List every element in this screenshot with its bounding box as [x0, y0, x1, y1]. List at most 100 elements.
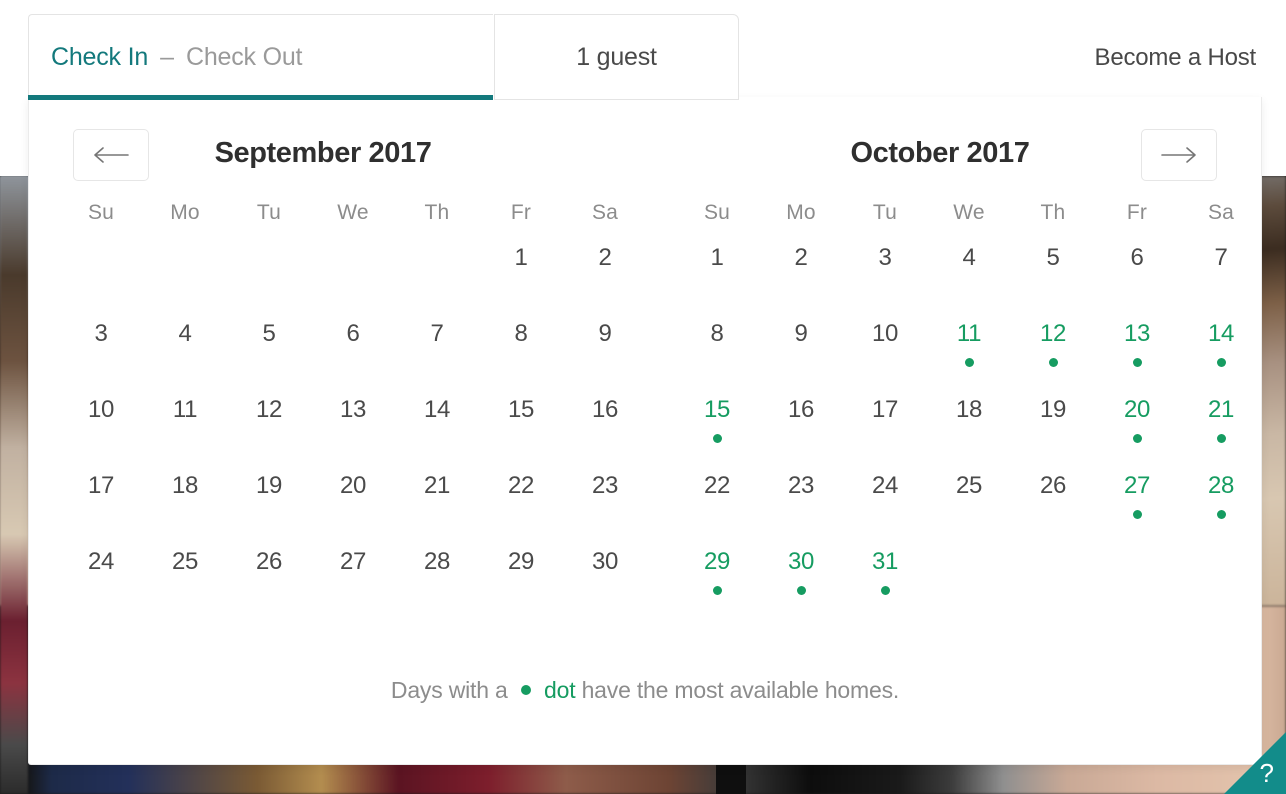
checkout-label[interactable]: Check Out	[186, 43, 303, 72]
calendar-header: September 2017 October 2017	[29, 97, 1261, 201]
day-cell-28[interactable]: 28	[395, 547, 479, 623]
day-cell-empty	[59, 243, 143, 319]
day-cell-23[interactable]: 23	[759, 471, 843, 547]
day-cell-27[interactable]: 27	[311, 547, 395, 623]
day-cell-17[interactable]: 17	[59, 471, 143, 547]
day-number: 12	[1039, 320, 1067, 347]
checkin-label[interactable]: Check In	[51, 43, 148, 72]
day-cell-25[interactable]: 25	[927, 471, 1011, 547]
guests-field[interactable]: 1 guest	[494, 14, 739, 100]
day-cell-18[interactable]: 18	[927, 395, 1011, 471]
day-cell-5[interactable]: 5	[227, 319, 311, 395]
day-cell-22[interactable]: 22	[479, 471, 563, 547]
day-number: 25	[171, 548, 199, 575]
day-cell-25[interactable]: 25	[143, 547, 227, 623]
search-bar: Check In – Check Out 1 guest	[28, 14, 739, 100]
day-cell-24[interactable]: 24	[59, 547, 143, 623]
day-cell-19[interactable]: 19	[227, 471, 311, 547]
day-cell-12[interactable]: 12	[1011, 319, 1095, 395]
day-cell-2[interactable]: 2	[759, 243, 843, 319]
day-cell-10[interactable]: 10	[59, 395, 143, 471]
day-cell-27[interactable]: 27	[1095, 471, 1179, 547]
day-number: 9	[598, 320, 612, 347]
day-cell-1[interactable]: 1	[479, 243, 563, 319]
day-cell-3[interactable]: 3	[843, 243, 927, 319]
day-cell-14[interactable]: 14	[1179, 319, 1263, 395]
week-row: 15 16 17 18 19 20 21	[675, 395, 1263, 471]
week-row: 12	[59, 243, 647, 319]
day-cell-29[interactable]: 29	[675, 547, 759, 623]
day-cell-6[interactable]: 6	[1095, 243, 1179, 319]
legend-dot-word: dot	[544, 677, 576, 703]
next-month-button[interactable]	[1141, 129, 1217, 181]
day-cell-11[interactable]: 11	[143, 395, 227, 471]
week-row: 29 30 31	[675, 547, 1263, 623]
day-number: 16	[787, 396, 815, 423]
day-cell-8[interactable]: 8	[479, 319, 563, 395]
day-cell-21[interactable]: 21	[395, 471, 479, 547]
day-cell-9[interactable]: 9	[563, 319, 647, 395]
day-cell-21[interactable]: 21	[1179, 395, 1263, 471]
day-cell-4[interactable]: 4	[927, 243, 1011, 319]
day-cell-30[interactable]: 30	[563, 547, 647, 623]
day-cell-24[interactable]: 24	[843, 471, 927, 547]
day-cell-26[interactable]: 26	[227, 547, 311, 623]
day-cell-20[interactable]: 20	[1095, 395, 1179, 471]
day-cell-8[interactable]: 8	[675, 319, 759, 395]
day-cell-29[interactable]: 29	[479, 547, 563, 623]
day-cell-empty	[927, 547, 1011, 623]
day-cell-7[interactable]: 7	[395, 319, 479, 395]
backdrop-left-edge-photo	[0, 176, 28, 794]
day-cell-31[interactable]: 31	[843, 547, 927, 623]
day-cell-28[interactable]: 28	[1179, 471, 1263, 547]
availability-dot-icon	[796, 586, 806, 595]
day-cell-empty	[311, 243, 395, 319]
date-range-field[interactable]: Check In – Check Out	[28, 14, 493, 100]
day-number: 15	[507, 396, 535, 423]
week-row: 8 9 10 11 12 13 14	[675, 319, 1263, 395]
day-number: 8	[514, 320, 528, 347]
day-cell-26[interactable]: 26	[1011, 471, 1095, 547]
day-cell-1[interactable]: 1	[675, 243, 759, 319]
day-number: 20	[339, 472, 367, 499]
weekday-header-fr: Fr	[1126, 201, 1148, 224]
day-cell-12[interactable]: 12	[227, 395, 311, 471]
day-cell-22[interactable]: 22	[675, 471, 759, 547]
day-cell-5[interactable]: 5	[1011, 243, 1095, 319]
availability-legend: Days with a dot have the most available …	[29, 677, 1261, 704]
day-cell-11[interactable]: 11	[927, 319, 1011, 395]
become-a-host-link[interactable]: Become a Host	[1095, 44, 1257, 72]
day-cell-17[interactable]: 17	[843, 395, 927, 471]
day-number: 17	[87, 472, 115, 499]
day-number: 24	[87, 548, 115, 575]
day-cell-18[interactable]: 18	[143, 471, 227, 547]
day-cell-14[interactable]: 14	[395, 395, 479, 471]
day-number: 2	[598, 244, 612, 271]
day-cell-7[interactable]: 7	[1179, 243, 1263, 319]
day-cell-13[interactable]: 13	[311, 395, 395, 471]
day-cell-19[interactable]: 19	[1011, 395, 1095, 471]
day-cell-15[interactable]: 15	[675, 395, 759, 471]
day-cell-2[interactable]: 2	[563, 243, 647, 319]
help-button[interactable]: ?	[1224, 732, 1286, 794]
day-cell-4[interactable]: 4	[143, 319, 227, 395]
day-cell-30[interactable]: 30	[759, 547, 843, 623]
week-row: 24 25 26 27 28 29 30	[59, 547, 647, 623]
day-cell-3[interactable]: 3	[59, 319, 143, 395]
weekday-header-mo: Mo	[786, 201, 816, 224]
day-number: 6	[346, 320, 360, 347]
day-cell-9[interactable]: 9	[759, 319, 843, 395]
day-cell-13[interactable]: 13	[1095, 319, 1179, 395]
weekday-header-su: Su	[703, 201, 731, 224]
day-number: 26	[1039, 472, 1067, 499]
availability-dot-icon	[1132, 510, 1142, 519]
day-cell-20[interactable]: 20	[311, 471, 395, 547]
month-title-left: September 2017	[214, 137, 432, 169]
day-cell-16[interactable]: 16	[759, 395, 843, 471]
day-cell-15[interactable]: 15	[479, 395, 563, 471]
day-cell-10[interactable]: 10	[843, 319, 927, 395]
day-cell-23[interactable]: 23	[563, 471, 647, 547]
day-cell-16[interactable]: 16	[563, 395, 647, 471]
day-cell-6[interactable]: 6	[311, 319, 395, 395]
legend-text-before: Days with a	[390, 677, 508, 703]
